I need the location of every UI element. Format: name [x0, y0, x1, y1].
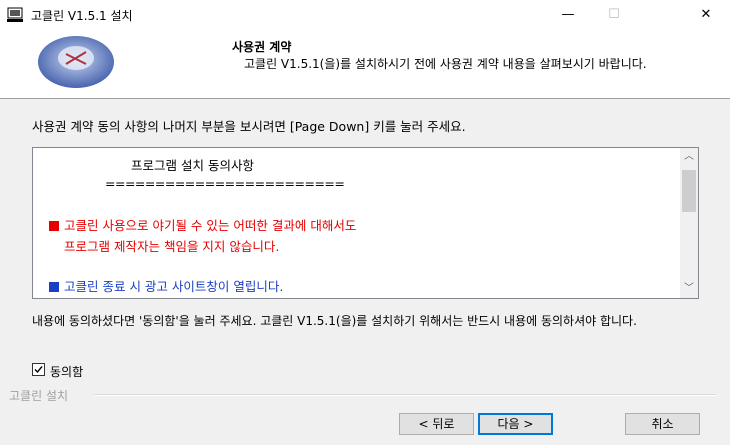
instruction-text: 사용권 계약 동의 사항의 나머지 부분을 보시려면 [Page Down] 키…: [32, 119, 466, 134]
title-bar: 고클린 V1.5.1 설치 — ☐ ✕: [0, 0, 730, 30]
license-scrollbar[interactable]: ︿ ﹀: [680, 148, 698, 298]
scroll-thumb[interactable]: [682, 170, 696, 212]
back-button[interactable]: < 뒤로: [399, 413, 474, 435]
agree-checkbox[interactable]: [32, 363, 45, 376]
installer-banner-icon: [38, 36, 114, 88]
warning-line1: 고클린 사용으로 야기될 수 있는 어떠한 결과에 대해서도: [64, 218, 357, 233]
branding-text: 고클린 설치: [9, 389, 69, 403]
license-item-warning: 고클린 사용으로 야기될 수 있는 어떠한 결과에 대해서도: [49, 215, 356, 234]
checkmark-icon: [34, 366, 43, 374]
next-button[interactable]: 다음 >: [478, 413, 553, 435]
red-square-icon: [49, 221, 59, 231]
license-item-info: 고클린 종료 시 광고 사이트창이 열립니다.: [49, 276, 283, 295]
minimize-button[interactable]: —: [545, 0, 591, 30]
license-divider: ========================: [105, 176, 345, 191]
maximize-button: ☐: [608, 7, 620, 22]
info-line: 고클린 종료 시 광고 사이트창이 열립니다.: [64, 279, 284, 294]
scroll-up-arrow-icon[interactable]: ︿: [680, 148, 698, 166]
license-textbox[interactable]: 프로그램 설치 동의사항 ======================== 고클…: [32, 147, 699, 299]
warning-line2: 프로그램 제작자는 책임을 지지 않습니다.: [64, 239, 280, 254]
installer-icon: [7, 7, 23, 22]
license-heading: 프로그램 설치 동의사항: [131, 158, 254, 173]
window-title: 고클린 V1.5.1 설치: [31, 9, 133, 23]
footer-separator: [94, 394, 716, 396]
blue-square-icon: [49, 282, 59, 292]
page-subtitle: 고클린 V1.5.1(을)를 설치하시기 전에 사용권 계약 내용을 살펴보시기…: [244, 57, 647, 71]
close-button[interactable]: ✕: [683, 0, 729, 30]
accept-instruction: 내용에 동의하셨다면 '동의함'을 눌러 주세요. 고클린 V1.5.1(을)를…: [32, 314, 637, 328]
cancel-button[interactable]: 취소: [625, 413, 700, 435]
scroll-down-arrow-icon[interactable]: ﹀: [680, 280, 698, 298]
page-title: 사용권 계약: [232, 40, 292, 54]
agree-label[interactable]: 동의함: [50, 363, 83, 380]
